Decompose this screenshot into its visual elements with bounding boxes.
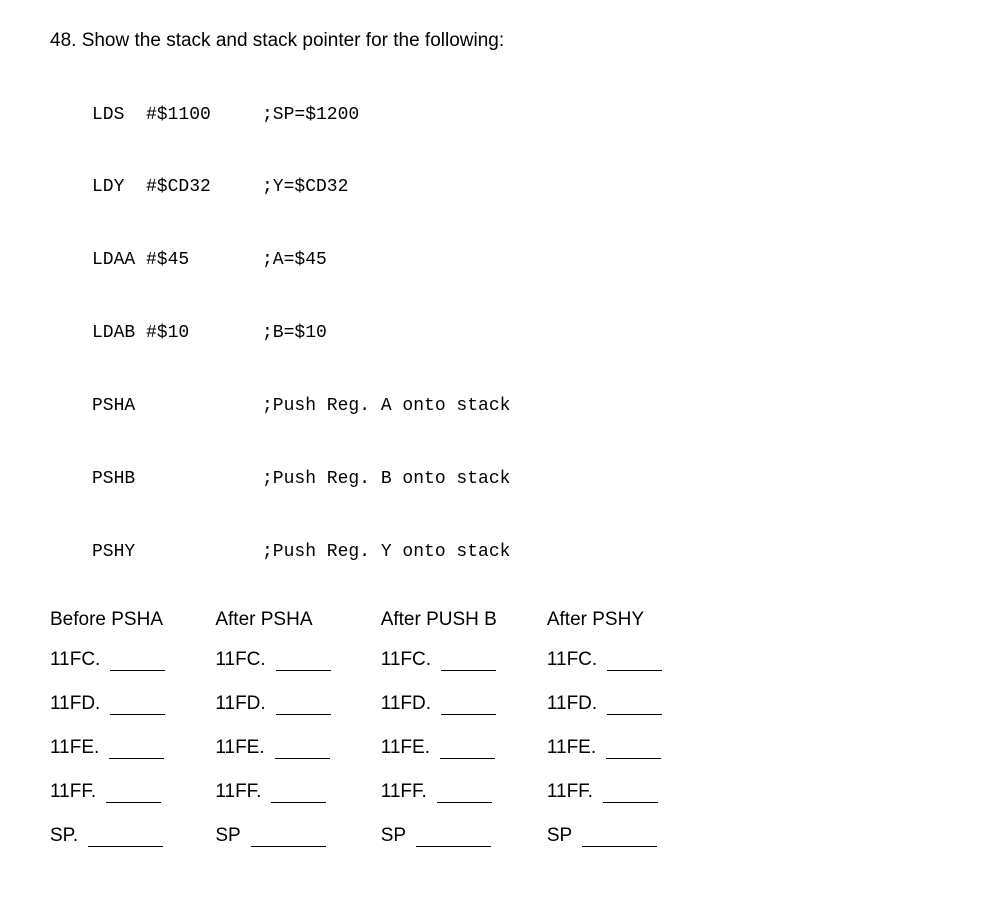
table-row: 11FC. [547,649,662,671]
code-instruction: PSHB [92,467,262,491]
blank-field[interactable] [441,652,496,671]
row-label: 11FC. [381,649,431,671]
column-header: After PSHY [547,609,662,631]
blank-field[interactable] [275,740,330,759]
table-row: 11FC. [381,649,497,671]
blank-field[interactable] [88,828,163,847]
column-header: Before PSHA [50,609,165,631]
table-row: SP [215,825,330,847]
blank-field[interactable] [603,784,658,803]
code-instruction: LDAB #$10 [92,321,262,345]
column-header: After PSHA [215,609,330,631]
code-instruction: LDAA #$45 [92,248,262,272]
code-line: LDAA #$45 ;A=$45 [92,248,958,272]
blank-field[interactable] [106,784,161,803]
blank-field[interactable] [437,784,492,803]
table-row: 11FD. [50,693,165,715]
code-line: LDS #$1100 ;SP=$1200 [92,103,958,127]
code-comment: ;A=$45 [262,248,327,272]
row-label: 11FE. [381,737,430,759]
row-label: 11FE. [50,737,99,759]
code-line: PSHA ;Push Reg. A onto stack [92,394,958,418]
blank-field[interactable] [606,740,661,759]
code-line: PSHB ;Push Reg. B onto stack [92,467,958,491]
row-label: SP [547,825,572,847]
row-label: 11FE. [547,737,596,759]
table-row: 11FF. [215,781,330,803]
table-row: 11FE. [215,737,330,759]
row-label: 11FF. [50,781,96,803]
question-title: 48. Show the stack and stack pointer for… [50,30,958,52]
blank-field[interactable] [440,740,495,759]
blank-field[interactable] [271,784,326,803]
row-label: 11FF. [381,781,427,803]
table-row: SP [547,825,662,847]
row-label: 11FE. [215,737,264,759]
row-label: SP [215,825,240,847]
row-label: 11FF. [547,781,593,803]
row-label: 11FF. [215,781,261,803]
column-header: After PUSH B [381,609,497,631]
row-label: 11FD. [215,693,265,715]
code-block: LDS #$1100 ;SP=$1200 LDY #$CD32 ;Y=$CD32… [92,54,958,589]
code-comment: ;B=$10 [262,321,327,345]
blank-field[interactable] [607,696,662,715]
blank-field[interactable] [441,696,496,715]
blank-field[interactable] [276,652,331,671]
blank-field[interactable] [110,696,165,715]
blank-field[interactable] [109,740,164,759]
blank-field[interactable] [276,696,331,715]
column-after-psha: After PSHA 11FC. 11FD. 11FE. 11FF. SP [215,609,330,869]
table-row: 11FD. [381,693,497,715]
table-row: SP [381,825,497,847]
code-instruction: PSHA [92,394,262,418]
answer-columns: Before PSHA 11FC. 11FD. 11FE. 11FF. SP. … [50,609,958,869]
table-row: SP. [50,825,165,847]
code-line: LDAB #$10 ;B=$10 [92,321,958,345]
code-comment: ;Push Reg. B onto stack [262,467,510,491]
row-label: 11FC. [50,649,100,671]
column-after-pushb: After PUSH B 11FC. 11FD. 11FE. 11FF. SP [381,609,497,869]
code-comment: ;Y=$CD32 [262,175,348,199]
code-line: PSHY ;Push Reg. Y onto stack [92,540,958,564]
table-row: 11FF. [50,781,165,803]
code-comment: ;Push Reg. A onto stack [262,394,510,418]
blank-field[interactable] [607,652,662,671]
row-label: 11FD. [381,693,431,715]
row-label: SP [381,825,406,847]
table-row: 11FE. [547,737,662,759]
blank-field[interactable] [251,828,326,847]
table-row: 11FD. [215,693,330,715]
row-label: 11FC. [215,649,265,671]
table-row: 11FD. [547,693,662,715]
table-row: 11FE. [50,737,165,759]
blank-field[interactable] [416,828,491,847]
row-label: 11FD. [547,693,597,715]
code-instruction: PSHY [92,540,262,564]
table-row: 11FE. [381,737,497,759]
code-instruction: LDY #$CD32 [92,175,262,199]
row-label: SP. [50,825,78,847]
code-comment: ;Push Reg. Y onto stack [262,540,510,564]
table-row: 11FF. [547,781,662,803]
table-row: 11FC. [50,649,165,671]
row-label: 11FD. [50,693,100,715]
column-before-psha: Before PSHA 11FC. 11FD. 11FE. 11FF. SP. [50,609,165,869]
code-line: LDY #$CD32 ;Y=$CD32 [92,175,958,199]
blank-field[interactable] [110,652,165,671]
table-row: 11FF. [381,781,497,803]
row-label: 11FC. [547,649,597,671]
blank-field[interactable] [582,828,657,847]
column-after-pshy: After PSHY 11FC. 11FD. 11FE. 11FF. SP [547,609,662,869]
code-instruction: LDS #$1100 [92,103,262,127]
code-comment: ;SP=$1200 [262,103,359,127]
table-row: 11FC. [215,649,330,671]
